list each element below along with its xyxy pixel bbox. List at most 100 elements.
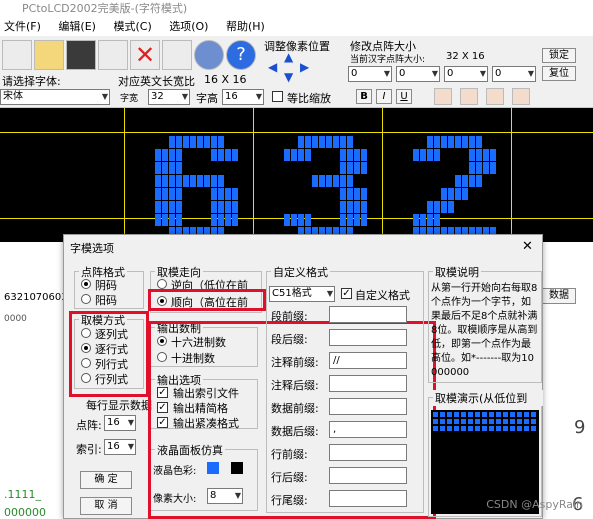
custom-field-input[interactable] <box>329 398 407 415</box>
explain-title: 取模说明 <box>433 264 481 280</box>
led-dot <box>162 168 168 174</box>
demo-dot <box>482 412 487 417</box>
led-dot <box>448 207 454 213</box>
glyph-cell-3 <box>383 108 512 242</box>
flip-v-icon[interactable] <box>486 88 504 105</box>
custom-field-input[interactable] <box>329 375 407 392</box>
ok-button[interactable]: 确 定 <box>80 471 132 489</box>
custom-field-input[interactable] <box>329 444 407 461</box>
demo-dot <box>503 412 508 417</box>
custom-field-input[interactable] <box>329 306 407 323</box>
index-label: 索引: <box>76 443 102 456</box>
demo-dot <box>433 426 438 431</box>
demo-dot <box>482 426 487 431</box>
custom-field-input[interactable] <box>329 329 407 346</box>
invert-icon[interactable] <box>512 88 530 105</box>
demo-dot <box>475 412 480 417</box>
equal-scale-checkbox[interactable] <box>272 91 283 102</box>
menu-bar: 文件(F) 编辑(E) 模式(C) 选项(O) 帮助(H) <box>0 18 593 36</box>
menu-options[interactable]: 选项(O) <box>169 20 208 33</box>
arrow-down-icon[interactable]: ▼ <box>284 70 293 84</box>
demo-title: 取模演示(从低位到 <box>433 390 543 406</box>
led-dot <box>490 155 496 161</box>
spin-bottom[interactable]: 0 <box>492 66 536 82</box>
led-dot <box>155 181 161 187</box>
custom-field-label: 行前缀: <box>271 448 308 461</box>
led-dot <box>155 220 161 226</box>
spin-top[interactable]: 0 <box>396 66 440 82</box>
led-dot <box>204 142 210 148</box>
rotate-icon[interactable] <box>434 88 452 105</box>
data-button[interactable]: 数据 <box>542 288 576 304</box>
menu-help[interactable]: 帮助(H) <box>226 20 265 33</box>
cancel-button[interactable]: 取 消 <box>80 497 132 515</box>
glyph-cell-0 <box>0 108 125 242</box>
radio-negative[interactable] <box>81 279 91 289</box>
format-select[interactable]: C51格式 <box>269 286 335 302</box>
flip-h-icon[interactable] <box>460 88 478 105</box>
led-dot <box>298 220 304 226</box>
explain-text: 从第一行开始向右每取8个点作为一个字节，如果最后不足8个点就补满8位。取模顺序是… <box>431 283 538 378</box>
radio-positive[interactable] <box>81 294 91 304</box>
led-dot <box>218 207 224 213</box>
demo-dot <box>454 412 459 417</box>
char-height-select[interactable]: 16 <box>222 89 264 105</box>
char-width-select[interactable]: 32 <box>148 89 190 105</box>
copy-icon[interactable] <box>98 40 128 70</box>
led-dot <box>162 207 168 213</box>
custom-field-input[interactable] <box>329 467 407 484</box>
led-dot <box>347 181 353 187</box>
radio-reverse[interactable] <box>157 279 167 289</box>
underline-button[interactable]: U <box>396 89 412 104</box>
new-file-icon[interactable] <box>2 40 32 70</box>
spin-left[interactable]: 0 <box>348 66 392 82</box>
help-icon[interactable]: ? <box>226 40 256 70</box>
delete-icon[interactable]: ✕ <box>130 40 160 70</box>
custom-field-label: 数据前缀: <box>271 402 319 415</box>
index-select[interactable]: 16 <box>104 439 136 455</box>
demo-dot <box>524 419 529 424</box>
font-select[interactable]: 宋体 <box>0 89 110 105</box>
open-folder-icon[interactable] <box>34 40 64 70</box>
lock-button[interactable]: 锁定 <box>542 48 576 63</box>
led-dot <box>354 155 360 161</box>
binary-line-2: 000000 <box>4 506 46 519</box>
arrow-left-icon[interactable]: ◀ <box>268 60 277 74</box>
led-dot <box>427 142 433 148</box>
bold-button[interactable]: B <box>356 89 372 104</box>
led-dot <box>434 207 440 213</box>
save-icon[interactable] <box>66 40 96 70</box>
demo-dot <box>531 426 536 431</box>
led-dot <box>225 207 231 213</box>
restore-button[interactable]: 复位 <box>542 66 576 81</box>
arrow-up-icon[interactable]: ▲ <box>284 50 293 64</box>
custom-field-input[interactable] <box>329 490 407 507</box>
dot-matrix-preview[interactable] <box>0 108 593 242</box>
demo-dot <box>531 419 536 424</box>
custom-field-input[interactable]: // <box>329 352 407 369</box>
close-icon[interactable]: ✕ <box>522 239 533 254</box>
led-dot <box>169 207 175 213</box>
options-doc-icon[interactable] <box>162 40 192 70</box>
demo-dot <box>517 426 522 431</box>
italic-button[interactable]: I <box>376 89 392 104</box>
gear-icon[interactable] <box>194 40 224 70</box>
custom-format-title: 自定义格式 <box>271 264 330 280</box>
demo-dot <box>496 426 501 431</box>
led-dot <box>211 181 217 187</box>
led-dot <box>305 142 311 148</box>
led-dot <box>284 220 290 226</box>
menu-file[interactable]: 文件(F) <box>4 20 41 33</box>
spin-right[interactable]: 0 <box>444 66 488 82</box>
led-dot <box>169 168 175 174</box>
menu-mode[interactable]: 模式(C) <box>113 20 151 33</box>
custom-field-input[interactable]: , <box>329 421 407 438</box>
highlight-direction <box>148 289 266 311</box>
led-dot <box>434 155 440 161</box>
custom-format-checkbox[interactable]: ✓ <box>341 288 352 299</box>
arrow-right-icon[interactable]: ▶ <box>300 60 309 74</box>
led-dot <box>232 207 238 213</box>
dots-select[interactable]: 16 <box>104 415 136 431</box>
menu-edit[interactable]: 编辑(E) <box>58 20 96 33</box>
led-dot <box>169 220 175 226</box>
